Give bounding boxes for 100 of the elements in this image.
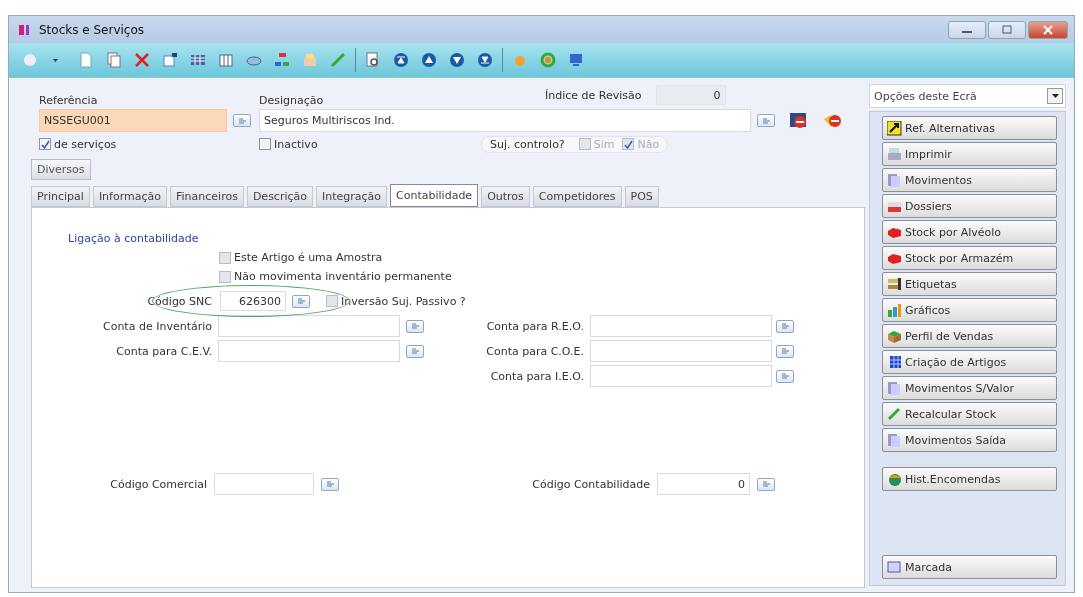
option-button[interactable]: Perfil de Vendas bbox=[882, 324, 1057, 348]
input-field[interactable] bbox=[218, 340, 400, 362]
input-field[interactable]: 0 bbox=[655, 85, 726, 105]
option-button[interactable]: Criação de Artigos bbox=[882, 350, 1057, 374]
circle-icon[interactable] bbox=[22, 52, 38, 68]
lookup-button[interactable] bbox=[757, 477, 775, 491]
labels-icon bbox=[887, 276, 902, 292]
tab[interactable]: Competidores bbox=[532, 186, 622, 207]
field-label: Conta para I.E.O. bbox=[489, 369, 584, 383]
lines-icon bbox=[780, 348, 790, 354]
close-icon bbox=[1042, 24, 1054, 35]
option-button[interactable]: Hist.Encomendas bbox=[882, 467, 1057, 491]
checkbox-label: Não bbox=[637, 137, 660, 151]
boxes-icon[interactable] bbox=[302, 52, 318, 68]
preview-icon[interactable] bbox=[365, 52, 381, 68]
section-title: Ligação à contabilidade bbox=[68, 232, 200, 245]
lookup-button[interactable] bbox=[292, 294, 310, 308]
dropdown[interactable]: Opções deste Ecrã bbox=[869, 84, 1066, 108]
last-icon[interactable] bbox=[477, 52, 493, 68]
field-label: Conta para R.E.O. bbox=[485, 319, 584, 333]
field-label: Suj. controlo? bbox=[490, 137, 565, 151]
checkbox[interactable] bbox=[326, 295, 338, 307]
field-label: Índice de Revisão bbox=[545, 88, 642, 102]
checkbox[interactable] bbox=[622, 138, 635, 150]
option-button[interactable]: Movimentos Saída bbox=[882, 428, 1057, 452]
checkbox-label: Inversão Suj. Passivo ? bbox=[341, 294, 466, 308]
lookup-button[interactable] bbox=[776, 319, 794, 333]
refresh-icon[interactable] bbox=[540, 52, 556, 68]
lookup-button[interactable] bbox=[406, 319, 424, 333]
checkbox[interactable] bbox=[259, 138, 271, 150]
option-button[interactable]: Marcada bbox=[882, 555, 1057, 579]
input-field[interactable] bbox=[218, 315, 400, 337]
minimize-button[interactable] bbox=[948, 20, 986, 39]
delete-icon[interactable] bbox=[134, 52, 150, 68]
field-label: Código Comercial bbox=[109, 477, 207, 491]
input-field[interactable] bbox=[590, 315, 772, 337]
documents-icon bbox=[887, 380, 902, 396]
caret-icon bbox=[1050, 93, 1060, 99]
input-field[interactable] bbox=[590, 340, 772, 362]
tab[interactable]: Principal bbox=[31, 186, 90, 207]
option-button[interactable]: Dossiers bbox=[882, 194, 1057, 218]
input-field[interactable] bbox=[214, 473, 314, 495]
checkbox[interactable] bbox=[219, 270, 231, 283]
lookup-button[interactable] bbox=[233, 114, 251, 127]
input-field[interactable] bbox=[590, 365, 772, 387]
columns-icon[interactable] bbox=[218, 52, 234, 68]
next-icon[interactable] bbox=[449, 52, 465, 68]
lookup-button[interactable] bbox=[776, 344, 794, 358]
lines-icon bbox=[296, 298, 306, 304]
window-icon[interactable] bbox=[162, 52, 178, 68]
close-button[interactable] bbox=[1028, 20, 1068, 39]
option-button[interactable]: Movimentos S/Valor bbox=[882, 376, 1057, 400]
option-button[interactable]: Recalcular Stock bbox=[882, 402, 1057, 426]
previous-icon[interactable] bbox=[421, 52, 437, 68]
checkbox[interactable] bbox=[219, 251, 231, 264]
option-button[interactable]: Gráficos bbox=[882, 298, 1057, 322]
lookup-button[interactable] bbox=[406, 344, 424, 358]
tab[interactable]: Outros bbox=[481, 186, 530, 207]
input-field[interactable]: 0 bbox=[657, 473, 750, 495]
tab[interactable]: Integração bbox=[316, 186, 388, 207]
chart-icon bbox=[887, 302, 902, 318]
option-button[interactable]: Stock por Alvéolo bbox=[882, 220, 1057, 244]
field-label: Referência bbox=[39, 94, 98, 107]
option-button[interactable]: Ref. Alternativas bbox=[882, 116, 1057, 140]
checkbox-label: Não movimenta inventário permanente bbox=[234, 270, 452, 283]
tab[interactable]: Diversos bbox=[31, 159, 91, 180]
tab[interactable]: Financeiros bbox=[170, 186, 244, 207]
option-button[interactable]: Stock por Armazém bbox=[882, 246, 1057, 270]
window-title: Stocks e Serviços bbox=[39, 22, 145, 37]
option-button[interactable]: Movimentos bbox=[882, 168, 1057, 192]
tree-icon[interactable] bbox=[274, 52, 290, 68]
copy-icon[interactable] bbox=[106, 52, 122, 68]
tab[interactable]: Descrição bbox=[246, 186, 313, 207]
delete-icon[interactable] bbox=[823, 112, 843, 129]
tab[interactable]: Informação bbox=[92, 186, 167, 207]
lines-icon bbox=[325, 481, 335, 487]
monitor-icon[interactable] bbox=[568, 52, 584, 68]
document-icon[interactable] bbox=[78, 52, 94, 68]
tab[interactable]: POS bbox=[624, 186, 659, 207]
first-icon[interactable] bbox=[393, 52, 409, 68]
field-label: Designação bbox=[259, 94, 324, 107]
input-field[interactable]: 626300 bbox=[220, 291, 286, 311]
option-button[interactable]: Imprimir bbox=[882, 142, 1057, 166]
sign-icon bbox=[887, 120, 902, 136]
table-icon[interactable] bbox=[190, 52, 206, 68]
checkbox[interactable] bbox=[39, 138, 51, 150]
checkbox[interactable] bbox=[578, 138, 591, 150]
input-field[interactable]: Seguros Multiriscos Ind. bbox=[259, 109, 751, 132]
option-button[interactable]: Etiquetas bbox=[882, 272, 1057, 296]
window-delete-icon[interactable] bbox=[789, 111, 809, 130]
field-label: Código Contabilidade bbox=[531, 477, 650, 491]
lookup-button[interactable] bbox=[321, 477, 339, 491]
field-label: Conta para C.O.E. bbox=[485, 344, 584, 358]
lines-icon bbox=[761, 481, 771, 487]
input-field[interactable]: NSSEGU001 bbox=[39, 109, 227, 132]
tab[interactable]: Contabilidade bbox=[390, 184, 479, 207]
field-label: Conta para C.E.V. bbox=[115, 344, 212, 358]
lookup-button[interactable] bbox=[776, 369, 794, 383]
lookup-button[interactable] bbox=[757, 114, 775, 127]
checkbox-label: de serviços bbox=[54, 137, 117, 151]
